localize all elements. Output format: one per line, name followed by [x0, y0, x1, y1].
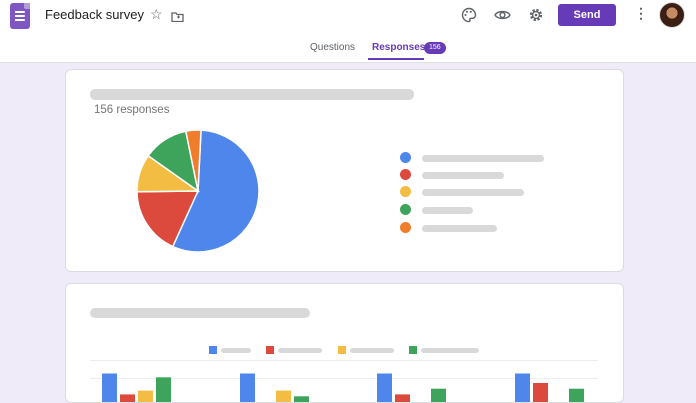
legend-swatch	[400, 152, 411, 163]
gear-icon[interactable]	[525, 4, 547, 26]
legend-label-placeholder	[422, 189, 524, 196]
response-count: 156 responses	[94, 104, 170, 116]
bar-2-3	[431, 388, 446, 402]
bar-2-0	[377, 373, 392, 402]
legend-label-placeholder	[422, 172, 504, 179]
active-tab-indicator	[368, 58, 424, 60]
bar-0-3	[156, 377, 171, 402]
legend-label-placeholder	[422, 207, 473, 214]
tab-bar: Questions Responses 156	[0, 38, 696, 62]
tab-questions[interactable]: Questions	[310, 42, 355, 53]
question-title-placeholder	[90, 89, 414, 100]
palette-icon[interactable]	[458, 4, 480, 26]
bar-chart	[102, 373, 584, 402]
folder-icon[interactable]	[171, 9, 184, 27]
legend-swatch	[400, 169, 411, 180]
bar-0-0	[102, 373, 117, 402]
responses-count-badge: 156	[424, 42, 446, 54]
bar-1-0	[240, 373, 255, 402]
star-icon[interactable]: ☆	[150, 6, 163, 23]
forms-logo-icon[interactable]	[10, 3, 30, 29]
legend-swatch	[400, 186, 411, 197]
bar-0-2	[138, 390, 153, 402]
legend-label-placeholder	[422, 155, 544, 162]
bar-3-3	[569, 388, 584, 402]
pie-chart	[136, 129, 260, 253]
bar-3-0	[515, 373, 530, 402]
bar-2-1	[395, 394, 410, 402]
question-summary-card-2	[65, 283, 624, 403]
send-button[interactable]: Send	[558, 4, 616, 26]
bar-1-2	[276, 390, 291, 402]
more-vert-icon[interactable]: ⋮	[634, 5, 648, 22]
avatar[interactable]	[659, 2, 685, 28]
form-title[interactable]: Feedback survey	[45, 7, 144, 22]
bar-3-1	[533, 383, 548, 402]
tab-responses[interactable]: Responses	[372, 42, 425, 53]
legend-label-placeholder	[422, 225, 497, 232]
top-bar: Feedback survey ☆ Send ⋮ Questions Respo…	[0, 0, 696, 63]
legend-swatch	[400, 222, 411, 233]
bar-0-1	[120, 394, 135, 402]
bar-1-3	[294, 396, 309, 402]
legend-swatch	[400, 204, 411, 215]
question-summary-card: 156 responses	[65, 69, 624, 272]
eye-icon[interactable]	[491, 4, 513, 26]
